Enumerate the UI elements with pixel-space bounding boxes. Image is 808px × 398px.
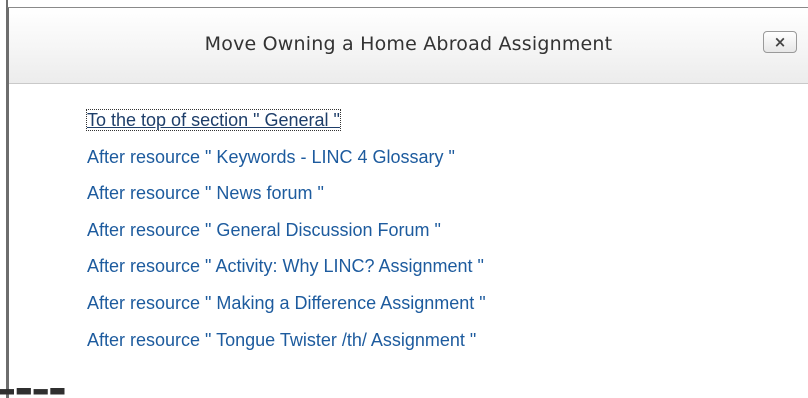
close-icon: × — [773, 33, 787, 51]
move-target-item[interactable]: After resource " News forum " — [87, 181, 808, 205]
cutoff-fragment: ▂ ▃ ▂ ▃ — [0, 388, 64, 393]
move-target-item[interactable]: After resource " Activity: Why LINC? Ass… — [87, 254, 808, 278]
dialog-header: Move Owning a Home Abroad Assignment × — [9, 8, 808, 84]
dialog-title: Move Owning a Home Abroad Assignment — [204, 33, 613, 55]
cutoff-overlapping-text: ▂ ▃ ▂ ▃▀▀▀▀▀▀▀▀▀▀▀▀▀▀▀▀▀▀▀▀▀▀▀▀▀▀▀▀▀▀ — [0, 388, 808, 398]
move-target-list: To the top of section " General " After … — [9, 84, 808, 398]
move-dialog: Move Owning a Home Abroad Assignment × T… — [7, 7, 808, 398]
page: Move Owning a Home Abroad Assignment × T… — [0, 0, 808, 398]
move-target-item[interactable]: After resource " Making a Difference Ass… — [87, 291, 808, 315]
move-target-item[interactable]: After resource " Tongue Twister /th/ Ass… — [87, 328, 808, 352]
move-target-top-of-section[interactable]: To the top of section " General " — [86, 108, 808, 132]
move-target-item[interactable]: After resource " General Discussion Foru… — [87, 218, 808, 242]
cutoff-fragment: ▀▀▀▀▀▀▀▀▀▀▀▀▀▀▀▀▀▀▀▀▀▀▀▀▀▀▀▀▀▀ — [44, 388, 504, 393]
move-target-label: To the top of section " General " — [86, 109, 341, 131]
close-button[interactable]: × — [763, 31, 797, 53]
move-target-item[interactable]: After resource " Keywords - LINC 4 Gloss… — [87, 145, 808, 169]
